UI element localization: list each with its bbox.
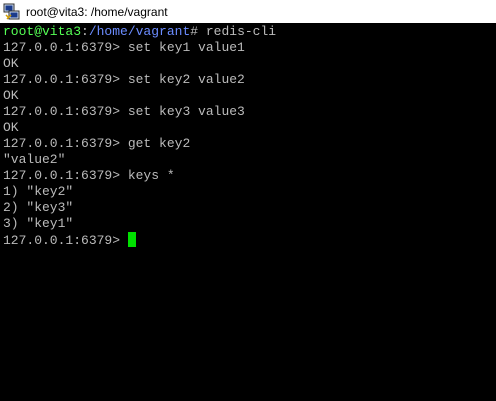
terminal-line: 127.0.0.1:6379> set key3 value3 xyxy=(3,104,496,120)
user-host: root@vita3 xyxy=(3,24,82,39)
redis-prompt: 127.0.0.1:6379> xyxy=(3,40,121,55)
text-cursor[interactable] xyxy=(127,232,136,247)
redis-prompt: 127.0.0.1:6379> xyxy=(3,168,121,183)
shell-command-line: root@vita3:/home/vagrant# redis-cli xyxy=(3,24,496,40)
redis-command: set key1 value1 xyxy=(120,40,245,55)
redis-prompt: 127.0.0.1:6379> xyxy=(3,136,121,151)
terminal-output: "value2" xyxy=(3,152,66,167)
terminal-output: 3) "key1" xyxy=(3,216,74,231)
redis-command: set key3 value3 xyxy=(120,104,245,119)
putty-icon[interactable] xyxy=(3,3,21,21)
terminal-output: OK xyxy=(3,56,19,71)
redis-command: keys * xyxy=(120,168,175,183)
terminal-line: 127.0.0.1:6379> set key2 value2 xyxy=(3,72,496,88)
redis-prompt: 127.0.0.1:6379> xyxy=(3,104,121,119)
current-path: /home/vagrant xyxy=(88,24,191,39)
redis-prompt: 127.0.0.1:6379> xyxy=(3,72,121,87)
terminal-line: 127.0.0.1:6379> keys * xyxy=(3,168,496,184)
terminal-line: 127.0.0.1:6379> get key2 xyxy=(3,136,496,152)
redis-command: get key2 xyxy=(120,136,191,151)
window-title: root@vita3: /home/vagrant xyxy=(26,4,168,19)
root-prompt-symbol: # xyxy=(190,24,199,39)
title-bar[interactable]: root@vita3: /home/vagrant xyxy=(0,0,496,23)
terminal-output: 2) "key3" xyxy=(3,200,74,215)
redis-prompt: 127.0.0.1:6379> xyxy=(3,233,128,248)
path-separator: : xyxy=(81,24,89,39)
terminal-output: OK xyxy=(3,120,19,135)
redis-command: set key2 value2 xyxy=(120,72,245,87)
terminal-line: 127.0.0.1:6379> set key1 value1 xyxy=(3,40,496,56)
terminal-output: OK xyxy=(3,88,19,103)
terminal-window: root@vita3: /home/vagrant root@vita3:/ho… xyxy=(0,0,496,401)
terminal-output: 1) "key2" xyxy=(3,184,74,199)
current-prompt-line[interactable]: 127.0.0.1:6379> xyxy=(3,232,496,248)
shell-command: redis-cli xyxy=(198,24,277,39)
terminal-screen[interactable]: root@vita3:/home/vagrant# redis-cli 127.… xyxy=(0,23,496,401)
